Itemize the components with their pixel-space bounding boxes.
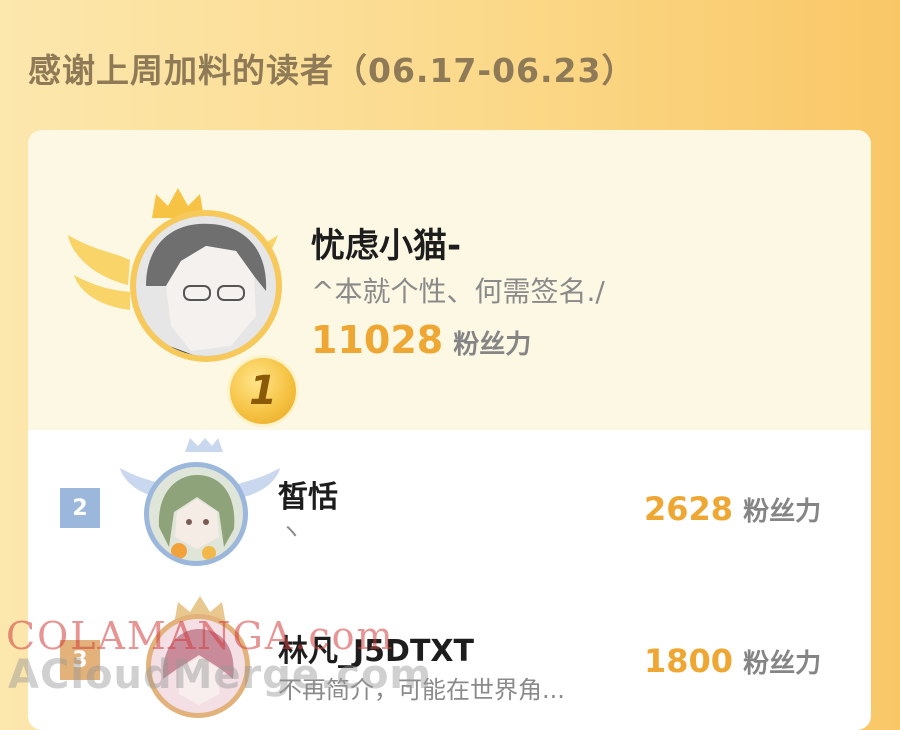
rank-1-badge: 1 (230, 358, 296, 424)
rank-2-badge: 2 (60, 488, 100, 528)
avatar-pink-girl-icon (151, 619, 245, 713)
avatar-green-hair-girl-icon (149, 467, 243, 561)
reader-bio: 不再简介，可能在世界角... (278, 676, 565, 704)
rank-3-badge: 3 (60, 640, 100, 680)
list-item-rank-2[interactable]: 2 皙恬 ヽ 2628 粉丝力 (28, 430, 871, 590)
fans-number: 1800 (644, 642, 734, 680)
reader-bio: ^本就个性、何需签名./ (311, 275, 605, 308)
fans-score: 11028 粉丝力 (311, 318, 531, 362)
avatar[interactable] (144, 462, 248, 566)
reader-name: 林凡_J5DTXT (278, 634, 474, 669)
leaderboard-card: 1 忧虑小猫- ^本就个性、何需签名./ 11028 粉丝力 2 皙恬 ヽ 26… (28, 130, 871, 730)
fans-score: 1800 粉丝力 (644, 642, 821, 680)
avatar[interactable] (146, 614, 250, 718)
list-item-rank-3[interactable]: 3 林凡_J5DTXT 不再简介，可能在世界角... 1800 粉丝力 (28, 590, 871, 730)
avatar-gray-hair-glasses-icon (136, 216, 276, 356)
reader-bio: ヽ (280, 520, 303, 545)
fans-unit-label: 粉丝力 (743, 497, 822, 527)
avatar[interactable] (130, 210, 282, 362)
fans-unit-label: 粉丝力 (743, 649, 822, 679)
top-reader-panel[interactable]: 1 忧虑小猫- ^本就个性、何需签名./ 11028 粉丝力 (28, 130, 871, 430)
fans-number: 2628 (644, 490, 734, 528)
page-title: 感谢上周加料的读者（06.17-06.23） (28, 51, 636, 90)
fans-number: 11028 (311, 318, 444, 362)
fans-score: 2628 粉丝力 (644, 490, 821, 528)
reader-name: 皙恬 (278, 480, 338, 515)
fans-unit-label: 粉丝力 (453, 330, 532, 360)
reader-name: 忧虑小猫- (311, 226, 462, 266)
rank1-avatar-frame: 1 (68, 180, 296, 424)
